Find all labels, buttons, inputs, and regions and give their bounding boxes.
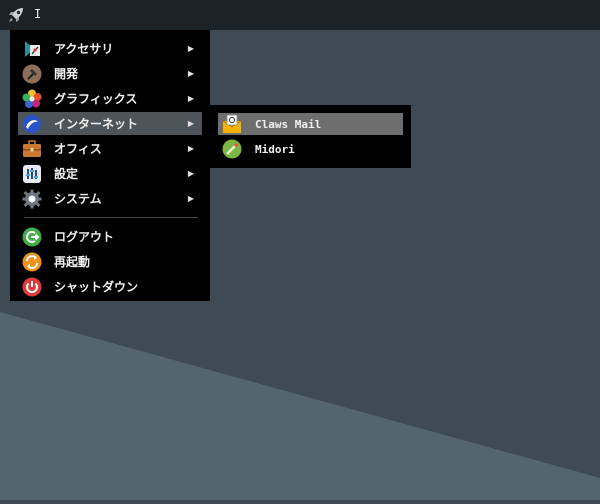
system-icon xyxy=(22,189,42,209)
shutdown-icon xyxy=(22,277,42,297)
menu-item-graphics[interactable]: グラフィックス ▶ xyxy=(18,87,202,110)
graphics-icon xyxy=(22,89,42,109)
menu-item-system[interactable]: システム ▶ xyxy=(18,187,202,210)
menu-item-label: シャットダウン xyxy=(54,280,139,294)
submenu-arrow-icon: ▶ xyxy=(187,194,194,203)
internet-submenu: Claws Mail Midori xyxy=(210,105,411,168)
application-menu: アクセサリ ▶ 開発 ▶ グラフィックス ▶ インターネット ▶ オフィス ▶ … xyxy=(10,30,210,301)
menu-item-label: 設定 xyxy=(54,167,79,181)
menu-item-shutdown[interactable]: シャットダウン xyxy=(18,275,202,298)
submenu-arrow-icon: ▶ xyxy=(187,94,194,103)
submenu-arrow-icon: ▶ xyxy=(187,144,194,153)
internet-icon xyxy=(22,114,42,134)
claws-mail-icon xyxy=(222,114,242,134)
submenu-arrow-icon: ▶ xyxy=(187,169,194,178)
menu-item-office[interactable]: オフィス ▶ xyxy=(18,137,202,160)
menu-item-development[interactable]: 開発 ▶ xyxy=(18,62,202,85)
menu-item-label: アクセサリ xyxy=(54,42,114,56)
menu-item-settings[interactable]: 設定 ▶ xyxy=(18,162,202,185)
menu-item-label: ログアウト xyxy=(54,230,115,244)
submenu-arrow-icon: ▶ xyxy=(187,119,194,128)
menu-item-accessories[interactable]: アクセサリ ▶ xyxy=(18,37,202,60)
submenu-arrow-icon: ▶ xyxy=(187,69,194,78)
menu-item-internet[interactable]: インターネット ▶ xyxy=(18,112,202,135)
menu-item-logout[interactable]: ログアウト xyxy=(18,225,202,248)
menu-item-label: グラフィックス xyxy=(54,92,138,106)
menu-separator xyxy=(24,217,198,218)
menu-item-label: 再起動 xyxy=(54,255,91,269)
rocket-icon xyxy=(9,8,23,22)
taskbar: I xyxy=(0,0,600,30)
menu-item-reboot[interactable]: 再起動 xyxy=(18,250,202,273)
submenu-item-label: Claws Mail xyxy=(255,117,322,131)
taskbar-label: I xyxy=(34,7,42,21)
submenu-item-label: Midori xyxy=(255,142,295,156)
menu-item-label: システム xyxy=(54,192,102,206)
menu-item-label: 開発 xyxy=(54,67,79,81)
midori-icon xyxy=(222,139,242,159)
menu-item-label: インターネット xyxy=(54,117,139,131)
office-icon xyxy=(22,139,42,159)
menu-item-label: オフィス xyxy=(54,142,102,156)
accessories-icon xyxy=(22,39,42,59)
submenu-arrow-icon: ▶ xyxy=(187,44,194,53)
development-icon xyxy=(22,64,42,84)
submenu-item-midori[interactable]: Midori xyxy=(218,138,403,160)
logout-icon xyxy=(22,227,42,247)
settings-icon xyxy=(22,164,42,184)
reboot-icon xyxy=(22,252,42,272)
menu-launcher-button[interactable] xyxy=(4,3,28,27)
submenu-item-claws-mail[interactable]: Claws Mail xyxy=(218,113,403,135)
